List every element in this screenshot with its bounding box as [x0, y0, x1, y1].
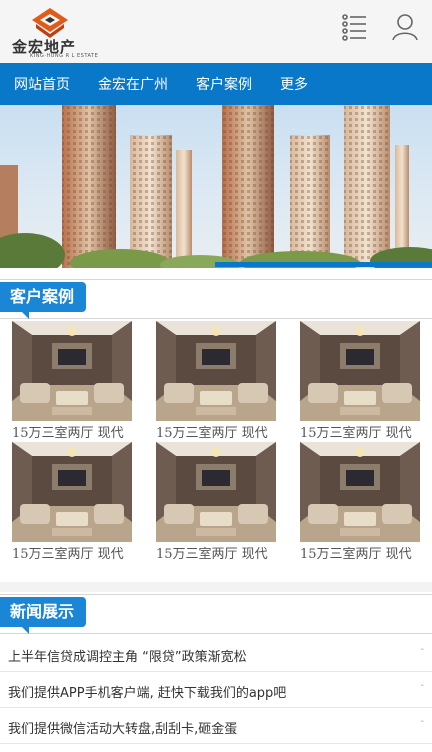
cases-section-header: 客户案例 [0, 279, 432, 319]
case-card[interactable]: 15万三室两厅 现代 [300, 321, 420, 443]
case-card[interactable]: 15万三室两厅 现代 [300, 442, 420, 564]
nav-item-more[interactable]: 更多 [280, 74, 308, 94]
hero-banner[interactable] [0, 105, 432, 268]
news-mark: - [420, 716, 424, 727]
main-nav: 网站首页 金宏在广州 客户案例 更多 [0, 63, 432, 105]
nav-item-guangzhou[interactable]: 金宏在广州 [98, 74, 168, 94]
case-card[interactable]: 15万三室两厅 现代 [156, 321, 276, 443]
case-caption[interactable]: 15万三室两厅 现代 [300, 422, 420, 441]
news-title[interactable]: 我们提供APP手机客户端, 赶快下载我们的app吧 [8, 682, 286, 701]
case-card[interactable]: 15万三室两厅 现代 [12, 321, 132, 443]
user-icon[interactable] [390, 12, 420, 42]
news-mark: - [420, 680, 424, 691]
case-image[interactable] [156, 321, 276, 421]
news-heading[interactable]: 新闻展示 [0, 597, 87, 634]
news-title[interactable]: 上半年信贷成调控主角 “限贷”政策渐宽松 [8, 646, 247, 665]
case-caption[interactable]: 15万三室两厅 现代 [12, 422, 132, 441]
case-card[interactable]: 15万三室两厅 现代 [12, 442, 132, 564]
case-caption[interactable]: 15万三室两厅 现代 [12, 543, 132, 562]
news-item[interactable]: 我们提供APP手机客户端, 赶快下载我们的app吧 - [0, 672, 432, 708]
case-image[interactable] [12, 442, 132, 542]
logo-subtitle: KING·HUNG R L ESTATE [30, 53, 99, 59]
case-image[interactable] [300, 321, 420, 421]
case-caption[interactable]: 15万三室两厅 现代 [156, 422, 276, 441]
cases-heading[interactable]: 客户案例 [0, 282, 87, 319]
case-image[interactable] [156, 442, 276, 542]
case-image[interactable] [300, 442, 420, 542]
section-divider [0, 582, 432, 592]
logo-mark-icon [32, 8, 68, 38]
nav-item-home[interactable]: 网站首页 [14, 74, 70, 94]
case-caption[interactable]: 15万三室两厅 现代 [300, 543, 420, 562]
list-menu-icon[interactable] [340, 12, 370, 42]
nav-item-cases[interactable]: 客户案例 [196, 74, 252, 94]
news-section-header: 新闻展示 [0, 594, 432, 634]
news-mark: - [420, 644, 424, 655]
site-header: 金宏地产 KING·HUNG R L ESTATE [0, 0, 432, 63]
banner-image [0, 105, 432, 268]
case-image[interactable] [12, 321, 132, 421]
news-item[interactable]: 我们提供微信活动大转盘,刮刮卡,砸金蛋 - [0, 708, 432, 744]
site-logo[interactable]: 金宏地产 KING·HUNG R L ESTATE [12, 6, 98, 59]
news-item[interactable]: 上半年信贷成调控主角 “限贷”政策渐宽松 - [0, 636, 432, 672]
case-caption[interactable]: 15万三室两厅 现代 [156, 543, 276, 562]
news-title[interactable]: 我们提供微信活动大转盘,刮刮卡,砸金蛋 [8, 718, 237, 737]
banner-indicator[interactable] [215, 262, 432, 267]
cases-gallery: 15万三室两厅 现代 15万三室两厅 现代 15万三室两厅 现代 15万三室两厅 现代… [0, 320, 432, 582]
case-card[interactable]: 15万三室两厅 现代 [156, 442, 276, 564]
